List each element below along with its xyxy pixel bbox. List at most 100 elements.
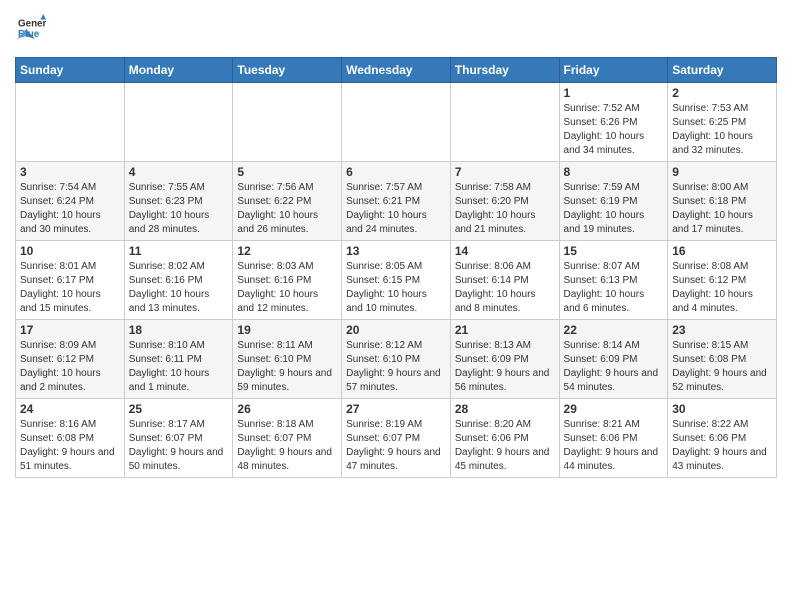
day-number: 3 xyxy=(20,165,120,179)
day-number: 6 xyxy=(346,165,446,179)
day-info: Sunrise: 8:06 AMSunset: 6:14 PMDaylight:… xyxy=(455,260,555,316)
calendar-cell: 2 Sunrise: 7:53 AMSunset: 6:25 PMDaylight… xyxy=(668,83,777,162)
day-number: 7 xyxy=(455,165,555,179)
calendar-cell: 28 Sunrise: 8:20 AMSunset: 6:06 PMDayligh… xyxy=(450,399,559,478)
day-info: Sunrise: 8:02 AMSunset: 6:16 PMDaylight:… xyxy=(129,260,229,316)
day-info: Sunrise: 7:55 AMSunset: 6:23 PMDaylight:… xyxy=(129,181,229,237)
header: General Blue xyxy=(15,10,777,49)
logo-bird-icon xyxy=(17,29,35,49)
day-info: Sunrise: 8:01 AMSunset: 6:17 PMDaylight:… xyxy=(20,260,120,316)
day-info: Sunrise: 8:03 AMSunset: 6:16 PMDaylight:… xyxy=(237,260,337,316)
day-number: 12 xyxy=(237,244,337,258)
day-info: Sunrise: 8:20 AMSunset: 6:06 PMDaylight:… xyxy=(455,418,555,474)
calendar-cell: 18Sunrise: 8:10 AMSunset: 6:11 PMDayligh… xyxy=(124,320,233,399)
calendar-cell: 5 Sunrise: 7:56 AMSunset: 6:22 PMDaylight… xyxy=(233,162,342,241)
day-number: 30 xyxy=(672,402,772,416)
calendar-week-4: 17Sunrise: 8:09 AMSunset: 6:12 PMDayligh… xyxy=(16,320,777,399)
calendar-cell: 12 Sunrise: 8:03 AMSunset: 6:16 PMDayligh… xyxy=(233,241,342,320)
day-info: Sunrise: 7:56 AMSunset: 6:22 PMDaylight:… xyxy=(237,181,337,237)
day-info: Sunrise: 8:11 AMSunset: 6:10 PMDaylight:… xyxy=(237,339,337,395)
calendar-cell: 30 Sunrise: 8:22 AMSunset: 6:06 PMDayligh… xyxy=(668,399,777,478)
day-number: 2 xyxy=(672,86,772,100)
calendar-week-1: 1 Sunrise: 7:52 AMSunset: 6:26 PMDaylight… xyxy=(16,83,777,162)
day-info: Sunrise: 7:53 AMSunset: 6:25 PMDaylight:… xyxy=(672,102,772,158)
calendar-cell: 19 Sunrise: 8:11 AMSunset: 6:10 PMDayligh… xyxy=(233,320,342,399)
day-number: 15 xyxy=(564,244,664,258)
day-number: 27 xyxy=(346,402,446,416)
calendar-cell xyxy=(233,83,342,162)
calendar-cell: 14 Sunrise: 8:06 AMSunset: 6:14 PMDayligh… xyxy=(450,241,559,320)
day-info: Sunrise: 8:05 AMSunset: 6:15 PMDaylight:… xyxy=(346,260,446,316)
day-number: 26 xyxy=(237,402,337,416)
day-number: 9 xyxy=(672,165,772,179)
day-number: 20 xyxy=(346,323,446,337)
weekday-header-sunday: Sunday xyxy=(16,58,125,83)
calendar-cell: 24 Sunrise: 8:16 AMSunset: 6:08 PMDayligh… xyxy=(16,399,125,478)
calendar-cell: 1 Sunrise: 7:52 AMSunset: 6:26 PMDaylight… xyxy=(559,83,668,162)
weekday-header-friday: Friday xyxy=(559,58,668,83)
day-number: 19 xyxy=(237,323,337,337)
day-info: Sunrise: 8:13 AMSunset: 6:09 PMDaylight:… xyxy=(455,339,555,395)
day-number: 5 xyxy=(237,165,337,179)
day-number: 29 xyxy=(564,402,664,416)
weekday-header-thursday: Thursday xyxy=(450,58,559,83)
day-number: 28 xyxy=(455,402,555,416)
calendar-cell xyxy=(342,83,451,162)
calendar-cell: 21 Sunrise: 8:13 AMSunset: 6:09 PMDayligh… xyxy=(450,320,559,399)
calendar-cell xyxy=(450,83,559,162)
day-info: Sunrise: 8:18 AMSunset: 6:07 PMDaylight:… xyxy=(237,418,337,474)
day-number: 8 xyxy=(564,165,664,179)
day-number: 21 xyxy=(455,323,555,337)
day-info: Sunrise: 8:16 AMSunset: 6:08 PMDaylight:… xyxy=(20,418,120,474)
day-info: Sunrise: 8:19 AMSunset: 6:07 PMDaylight:… xyxy=(346,418,446,474)
weekday-header-wednesday: Wednesday xyxy=(342,58,451,83)
calendar-cell: 20Sunrise: 8:12 AMSunset: 6:10 PMDayligh… xyxy=(342,320,451,399)
calendar-cell: 17Sunrise: 8:09 AMSunset: 6:12 PMDayligh… xyxy=(16,320,125,399)
day-number: 1 xyxy=(564,86,664,100)
calendar-cell: 27 Sunrise: 8:19 AMSunset: 6:07 PMDayligh… xyxy=(342,399,451,478)
day-info: Sunrise: 8:14 AMSunset: 6:09 PMDaylight:… xyxy=(564,339,664,395)
day-number: 10 xyxy=(20,244,120,258)
day-number: 25 xyxy=(129,402,229,416)
calendar-cell: 7 Sunrise: 7:58 AMSunset: 6:20 PMDaylight… xyxy=(450,162,559,241)
day-info: Sunrise: 8:15 AMSunset: 6:08 PMDaylight:… xyxy=(672,339,772,395)
day-number: 16 xyxy=(672,244,772,258)
calendar-cell xyxy=(16,83,125,162)
day-info: Sunrise: 7:58 AMSunset: 6:20 PMDaylight:… xyxy=(455,181,555,237)
day-info: Sunrise: 7:52 AMSunset: 6:26 PMDaylight:… xyxy=(564,102,664,158)
calendar-cell: 3 Sunrise: 7:54 AMSunset: 6:24 PMDaylight… xyxy=(16,162,125,241)
day-info: Sunrise: 8:07 AMSunset: 6:13 PMDaylight:… xyxy=(564,260,664,316)
day-number: 13 xyxy=(346,244,446,258)
calendar-cell: 15 Sunrise: 8:07 AMSunset: 6:13 PMDayligh… xyxy=(559,241,668,320)
calendar-cell: 11 Sunrise: 8:02 AMSunset: 6:16 PMDayligh… xyxy=(124,241,233,320)
day-number: 23 xyxy=(672,323,772,337)
calendar-cell: 16 Sunrise: 8:08 AMSunset: 6:12 PMDayligh… xyxy=(668,241,777,320)
day-number: 4 xyxy=(129,165,229,179)
day-info: Sunrise: 7:54 AMSunset: 6:24 PMDaylight:… xyxy=(20,181,120,237)
svg-text:General: General xyxy=(18,19,46,30)
weekday-header-monday: Monday xyxy=(124,58,233,83)
day-info: Sunrise: 8:17 AMSunset: 6:07 PMDaylight:… xyxy=(129,418,229,474)
calendar-cell: 9 Sunrise: 8:00 AMSunset: 6:18 PMDaylight… xyxy=(668,162,777,241)
day-number: 22 xyxy=(564,323,664,337)
day-info: Sunrise: 8:08 AMSunset: 6:12 PMDaylight:… xyxy=(672,260,772,316)
calendar-cell: 13 Sunrise: 8:05 AMSunset: 6:15 PMDayligh… xyxy=(342,241,451,320)
calendar-week-5: 24 Sunrise: 8:16 AMSunset: 6:08 PMDayligh… xyxy=(16,399,777,478)
calendar-cell: 6Sunrise: 7:57 AMSunset: 6:21 PMDaylight… xyxy=(342,162,451,241)
calendar-cell: 10 Sunrise: 8:01 AMSunset: 6:17 PMDayligh… xyxy=(16,241,125,320)
calendar: SundayMondayTuesdayWednesdayThursdayFrid… xyxy=(15,57,777,478)
calendar-header-row: SundayMondayTuesdayWednesdayThursdayFrid… xyxy=(16,58,777,83)
day-number: 14 xyxy=(455,244,555,258)
day-info: Sunrise: 8:00 AMSunset: 6:18 PMDaylight:… xyxy=(672,181,772,237)
day-number: 24 xyxy=(20,402,120,416)
calendar-cell: 25 Sunrise: 8:17 AMSunset: 6:07 PMDayligh… xyxy=(124,399,233,478)
day-info: Sunrise: 8:10 AMSunset: 6:11 PMDaylight:… xyxy=(129,339,229,395)
calendar-cell: 22 Sunrise: 8:14 AMSunset: 6:09 PMDayligh… xyxy=(559,320,668,399)
calendar-cell: 23 Sunrise: 8:15 AMSunset: 6:08 PMDayligh… xyxy=(668,320,777,399)
calendar-cell: 26 Sunrise: 8:18 AMSunset: 6:07 PMDayligh… xyxy=(233,399,342,478)
calendar-cell: 4 Sunrise: 7:55 AMSunset: 6:23 PMDaylight… xyxy=(124,162,233,241)
weekday-header-tuesday: Tuesday xyxy=(233,58,342,83)
day-number: 11 xyxy=(129,244,229,258)
day-number: 17 xyxy=(20,323,120,337)
day-info: Sunrise: 8:22 AMSunset: 6:06 PMDaylight:… xyxy=(672,418,772,474)
